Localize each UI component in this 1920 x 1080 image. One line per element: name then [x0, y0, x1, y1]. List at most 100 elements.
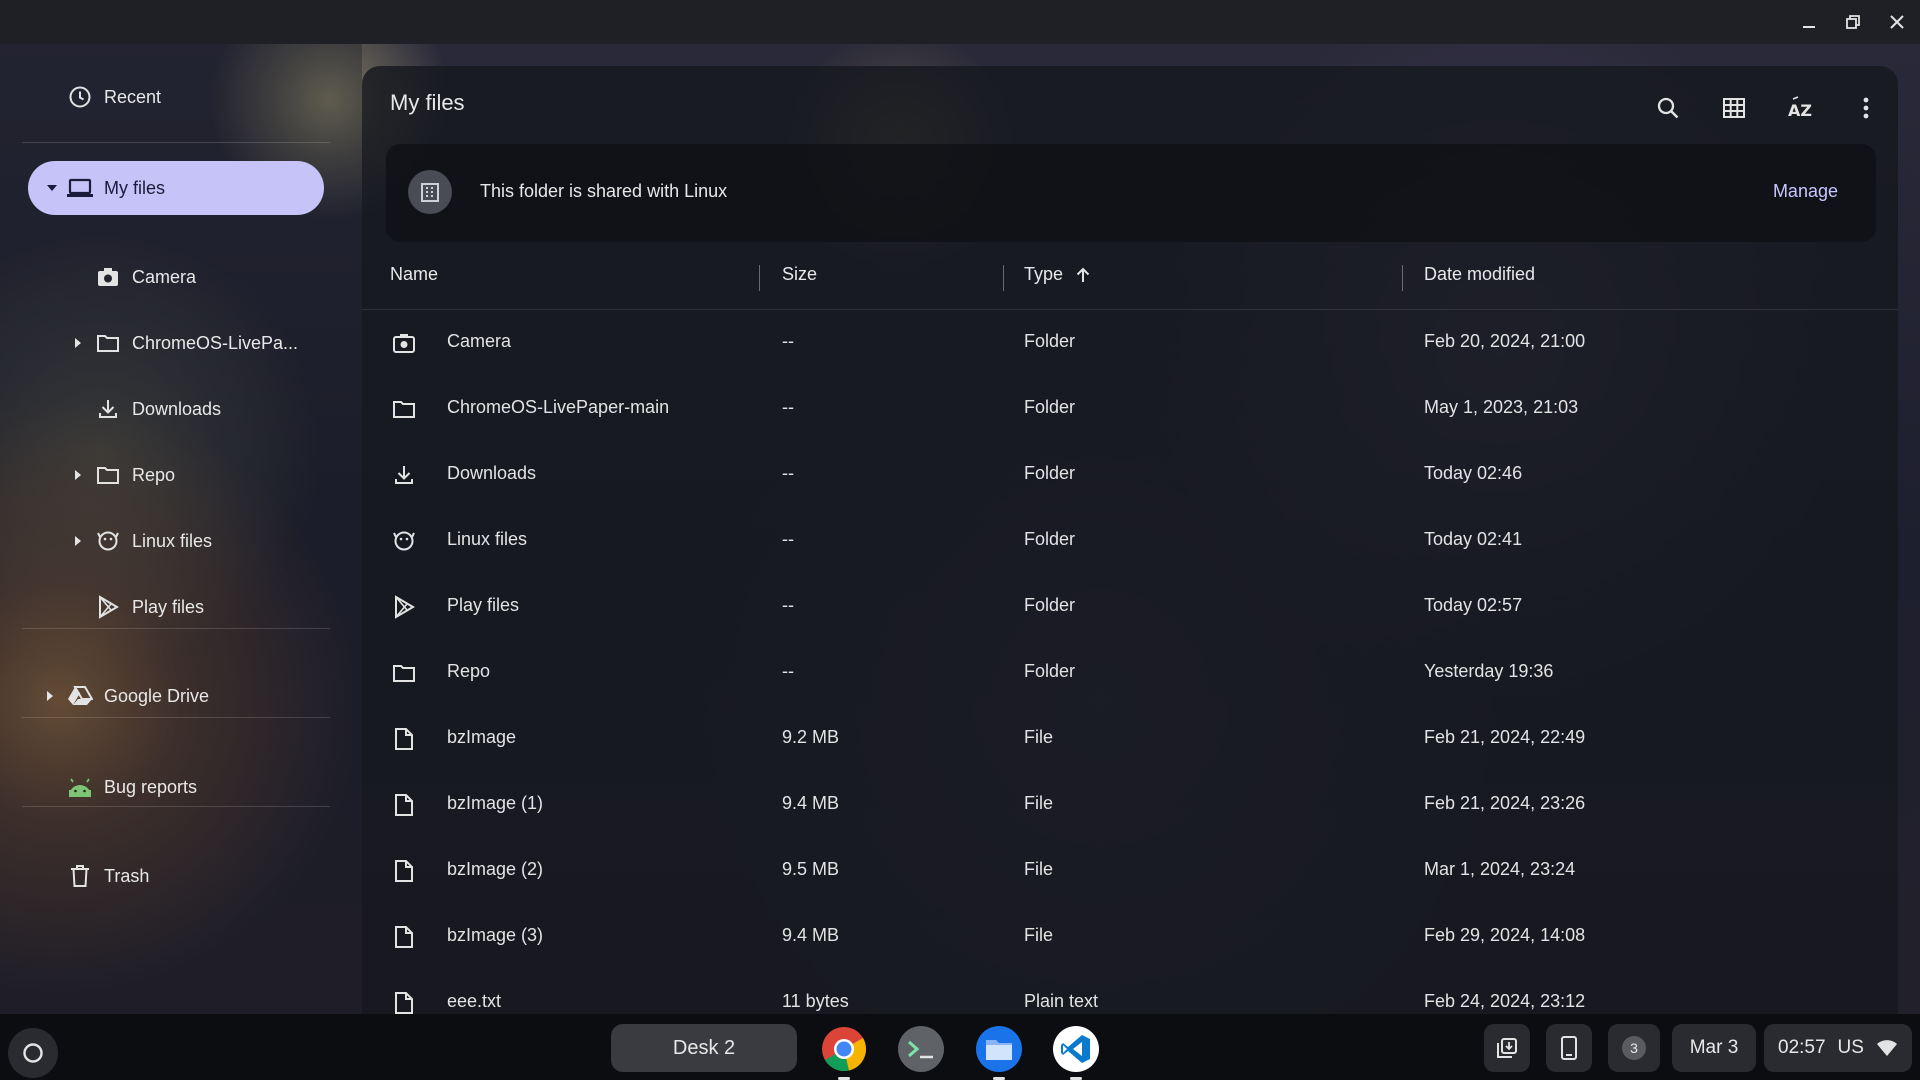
more-vert-icon: [1863, 97, 1869, 119]
expand-down-icon[interactable]: [44, 180, 60, 196]
shared-with-linux-banner: This folder is shared with Linux Manage: [386, 144, 1876, 242]
download-icon: [390, 461, 418, 489]
expand-right-icon[interactable]: [70, 467, 86, 483]
more-options-button[interactable]: [1846, 88, 1886, 128]
file-name: eee.txt: [447, 991, 502, 1011]
file-name: Repo: [447, 661, 491, 681]
launcher-button[interactable]: [8, 1028, 58, 1078]
table-row[interactable]: Camera -- Folder Feb 20, 2024, 21:00: [362, 310, 1898, 376]
table-row[interactable]: Linux files -- Folder Today 02:41: [362, 508, 1898, 574]
file-name: Play files: [447, 595, 520, 615]
column-header-date[interactable]: Date modified: [1424, 264, 1535, 285]
table-row[interactable]: bzImage (2) 9.5 MB File Mar 1, 2024, 23:24: [362, 838, 1898, 904]
sidebar-item-linux-files[interactable]: Linux files: [75, 514, 324, 568]
page-title: My files: [390, 90, 465, 115]
camera-icon: [390, 329, 418, 357]
system-tray-button[interactable]: 02:57 US: [1764, 1024, 1912, 1072]
grid-view-button[interactable]: [1714, 88, 1754, 128]
search-icon: [1657, 97, 1679, 119]
folder-icon: [390, 659, 418, 687]
title-bar: [0, 0, 1920, 44]
file-size: 9.4 MB: [782, 793, 840, 813]
file-type: Folder: [1024, 529, 1076, 549]
column-header-type[interactable]: Type: [1024, 264, 1093, 285]
file-date-modified: Today 02:46: [1424, 463, 1523, 483]
file-size: --: [782, 463, 794, 483]
expand-right-icon[interactable]: [70, 533, 86, 549]
desk-button[interactable]: Desk 2: [611, 1024, 797, 1072]
wifi-icon: [1876, 1040, 1897, 1056]
notifications-button[interactable]: 3: [1608, 1024, 1660, 1072]
sidebar-item-play-files[interactable]: Play files: [94, 580, 324, 634]
file-icon: [390, 725, 418, 753]
download-icon: [94, 395, 122, 423]
search-button[interactable]: [1648, 88, 1688, 128]
file-name: Camera: [447, 331, 512, 351]
table-row[interactable]: ChromeOS-LivePaper-main -- Folder May 1, 20…: [362, 376, 1898, 442]
file-date-modified: Feb 24, 2024, 23:12: [1424, 991, 1586, 1011]
table-row[interactable]: eee.txt 11 bytes Plain text Feb 24, 2024, 2…: [362, 970, 1898, 1014]
file-size: --: [782, 331, 794, 351]
divider: [22, 717, 330, 718]
vscode-app[interactable]: [1053, 1026, 1099, 1080]
sort-button[interactable]: AZ: [1780, 88, 1820, 128]
google-drive-icon: [66, 682, 94, 710]
file-type: Folder: [1024, 595, 1076, 615]
file-size: --: [782, 595, 794, 615]
files-app[interactable]: [976, 1026, 1022, 1080]
file-date-modified: Feb 21, 2024, 22:49: [1424, 727, 1586, 747]
file-name: ChromeOS-LivePaper-main: [447, 397, 670, 417]
linux-icon: [94, 527, 122, 555]
manage-button[interactable]: Manage: [1773, 181, 1838, 202]
table-row[interactable]: bzImage (1) 9.4 MB File Feb 21, 2024, 23:26: [362, 772, 1898, 838]
minimize-button[interactable]: [1794, 8, 1824, 36]
terminal-icon: [908, 1040, 933, 1059]
column-header-size[interactable]: Size: [782, 264, 817, 285]
trash-icon: [66, 862, 94, 890]
sidebar-item-my-files[interactable]: My files: [28, 161, 324, 215]
file-type: Folder: [1024, 397, 1076, 417]
close-window-button[interactable]: [1882, 8, 1912, 36]
table-row[interactable]: Play files -- Folder Today 02:57: [362, 574, 1898, 640]
file-date-modified: Feb 20, 2024, 21:00: [1424, 331, 1586, 351]
column-resize-handle[interactable]: [759, 265, 760, 291]
sidebar-item-recent[interactable]: Recent: [66, 70, 296, 124]
terminal-app[interactable]: [898, 1026, 944, 1072]
divider: [22, 806, 330, 807]
sidebar-item-repo[interactable]: Repo: [75, 448, 324, 502]
sidebar-item-downloads[interactable]: Downloads: [94, 382, 324, 436]
sidebar-item-label: Trash: [104, 865, 150, 886]
clock-icon: [66, 83, 94, 111]
table-row[interactable]: Downloads -- Folder Today 02:46: [362, 442, 1898, 508]
play-icon: [390, 593, 418, 621]
folder-icon: [94, 461, 122, 489]
close-icon: [1890, 15, 1904, 29]
column-resize-handle[interactable]: [1402, 265, 1403, 291]
phone-hub-button[interactable]: [1546, 1024, 1592, 1072]
table-row[interactable]: Repo -- Folder Yesterday 19:36: [362, 640, 1898, 706]
expand-right-icon[interactable]: [42, 688, 58, 704]
restore-icon: [1846, 15, 1860, 29]
file-type: File: [1024, 793, 1054, 813]
chrome-app[interactable]: [821, 1026, 867, 1080]
expand-right-icon[interactable]: [70, 335, 86, 351]
sidebar-item-google-drive[interactable]: Google Drive: [47, 669, 326, 723]
table-row[interactable]: bzImage (3) 9.4 MB File Feb 29, 2024, 14:08: [362, 904, 1898, 970]
file-type: File: [1024, 727, 1054, 747]
sidebar-item-camera[interactable]: Camera: [94, 250, 324, 304]
file-date-modified: Mar 1, 2024, 23:24: [1424, 859, 1576, 879]
column-resize-handle[interactable]: [1003, 265, 1004, 291]
table-row[interactable]: bzImage 9.2 MB File Feb 21, 2024, 22:49: [362, 706, 1898, 772]
restore-button[interactable]: [1838, 8, 1868, 36]
sidebar-item-label: Google Drive: [104, 685, 210, 706]
date-tray-button[interactable]: Mar 3: [1672, 1024, 1756, 1072]
file-name: bzImage (3): [447, 925, 544, 945]
column-header-name[interactable]: Name: [390, 264, 438, 285]
sidebar-item-livepaper[interactable]: ChromeOS-LivePa...: [75, 316, 324, 370]
linux-icon: [390, 527, 418, 555]
svg-text:AZ: AZ: [1788, 101, 1812, 120]
holding-space-button[interactable]: [1484, 1024, 1530, 1072]
sidebar-item-trash[interactable]: Trash: [66, 849, 326, 903]
sidebar-item-label: Repo: [132, 464, 176, 485]
file-size: 9.2 MB: [782, 727, 840, 747]
